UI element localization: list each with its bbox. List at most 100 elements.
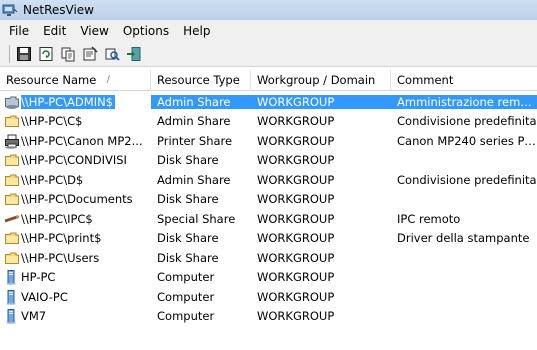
cell-resource-name[interactable]: \\HP-PC\Canon MP2... <box>0 133 151 149</box>
cell-workgroup: WORKGROUP <box>257 211 335 226</box>
table-row[interactable]: \\HP-PC\C$ Admin Share WORKGROUP Condivisio… <box>0 112 537 132</box>
menu-view[interactable]: View <box>73 22 115 40</box>
table-row[interactable]: \\HP-PC\CONDIVISI Disk Share WORKGROUP <box>0 151 537 171</box>
column-resource-name[interactable]: Resource Name / <box>0 70 151 91</box>
resource-name: VAIO-PC <box>21 289 68 304</box>
cell-resource-name[interactable]: \\HP-PC\Users <box>0 250 151 266</box>
cell-comment: Driver della stampante <box>397 231 530 246</box>
table-row[interactable]: \\HP-PC\Documents Disk Share WORKGROUP <box>0 190 537 210</box>
copy-button[interactable] <box>57 43 79 65</box>
table-row[interactable]: \\HP-PC\Canon MP2... Printer Share WORKGRO… <box>0 131 537 151</box>
exit-button[interactable] <box>123 43 145 65</box>
cell-resource-name[interactable]: \\HP-PC\print$ <box>0 230 151 246</box>
resource-name: HP-PC <box>21 270 56 285</box>
resource-name: \\HP-PC\Documents <box>21 192 133 207</box>
cell-resource-name[interactable]: \\HP-PC\Documents <box>0 191 151 207</box>
cell-resource-type: Disk Share <box>157 153 219 168</box>
refresh-button[interactable] <box>35 43 57 65</box>
cell-resource-type: Disk Share <box>157 250 219 265</box>
resource-name: \\HP-PC\print$ <box>21 231 102 246</box>
column-resource-type[interactable]: Resource Type <box>151 70 251 91</box>
resource-list[interactable]: Resource Name / Resource Type Workgroup … <box>0 70 537 350</box>
resource-name: \\HP-PC\ADMIN$ <box>21 94 116 109</box>
table-row[interactable]: HP-PC Computer WORKGROUP <box>0 268 537 288</box>
exit-icon <box>127 46 141 61</box>
column-comment[interactable]: Comment <box>391 70 537 91</box>
cell-resource-name[interactable]: \\HP-PC\CONDIVISI <box>0 152 151 168</box>
app-window: NetResView File Edit View Options Help R… <box>0 0 537 350</box>
cell-workgroup: WORKGROUP <box>257 289 335 304</box>
copy-icon <box>61 47 75 61</box>
resource-name: \\HP-PC\D$ <box>21 172 84 187</box>
cell-comment: Canon MP240 series Pri... <box>397 133 537 148</box>
resource-name: \\HP-PC\CONDIVISI <box>21 153 127 168</box>
folder-icon <box>4 152 20 168</box>
cell-comment: IPC remoto <box>397 211 461 226</box>
resource-name: \\HP-PC\Users <box>21 250 100 265</box>
cell-workgroup: WORKGROUP <box>257 114 335 129</box>
menu-edit[interactable]: Edit <box>36 22 73 40</box>
folder-icon <box>4 172 20 188</box>
cell-workgroup: WORKGROUP <box>257 250 335 265</box>
column-resource-name-label: Resource Name <box>6 73 97 87</box>
folder-icon <box>4 113 20 129</box>
title-bar[interactable]: NetResView <box>0 0 537 20</box>
cell-resource-name[interactable]: \\HP-PC\C$ <box>0 113 151 129</box>
menu-help[interactable]: Help <box>176 22 217 40</box>
cell-resource-type: Computer <box>157 309 215 324</box>
cell-comment: Condivisione predefinita <box>397 172 537 187</box>
cell-resource-type: Special Share <box>157 211 236 226</box>
cell-resource-type: Printer Share <box>157 133 233 148</box>
cell-resource-name[interactable]: VM7 <box>0 308 151 325</box>
cell-resource-type: Computer <box>157 289 215 304</box>
table-row[interactable]: VAIO-PC Computer WORKGROUP <box>0 287 537 307</box>
find-button[interactable] <box>101 43 123 65</box>
resource-name: \\HP-PC\Canon MP2... <box>21 133 143 148</box>
cell-comment: Amministrazione remota <box>391 94 537 109</box>
toolbar-separator <box>9 44 10 63</box>
cell-workgroup: WORKGROUP <box>257 153 335 168</box>
cell-resource-type: Admin Share <box>151 94 251 109</box>
folder-icon <box>4 250 20 266</box>
cell-resource-name[interactable]: \\HP-PC\D$ <box>0 172 151 188</box>
menu-file[interactable]: File <box>2 22 36 40</box>
resource-name: \\HP-PC\IPC$ <box>21 211 93 226</box>
window-title: NetResView <box>23 3 94 17</box>
table-row[interactable]: VM7 Computer WORKGROUP <box>0 307 537 327</box>
find-icon <box>105 48 120 61</box>
folder-icon <box>4 230 20 246</box>
properties-icon <box>83 45 98 60</box>
cell-workgroup: WORKGROUP <box>257 231 335 246</box>
cell-resource-name[interactable]: VAIO-PC <box>0 289 151 305</box>
menu-options[interactable]: Options <box>116 22 176 40</box>
refresh-icon <box>39 46 53 61</box>
table-row[interactable]: \\HP-PC\IPC$ Special Share WORKGROUP IPC re… <box>0 209 537 229</box>
cell-workgroup: WORKGROUP <box>257 270 335 285</box>
cell-resource-type: Disk Share <box>157 192 219 207</box>
table-row[interactable]: \\HP-PC\ADMIN$ Admin Share WORKGROUP Ammini… <box>0 92 537 112</box>
column-workgroup[interactable]: Workgroup / Domain <box>251 70 391 91</box>
cell-resource-type: Computer <box>157 270 215 285</box>
computer-icon <box>4 269 20 286</box>
list-rows: \\HP-PC\ADMIN$ Admin Share WORKGROUP Ammini… <box>0 91 537 326</box>
cell-resource-type: Admin Share <box>157 114 231 129</box>
table-row[interactable]: \\HP-PC\print$ Disk Share WORKGROUP Driver … <box>0 229 537 249</box>
table-row[interactable]: \\HP-PC\D$ Admin Share WORKGROUP Condivisio… <box>0 170 537 190</box>
resource-name: \\HP-PC\C$ <box>21 114 83 129</box>
save-button[interactable] <box>13 43 35 65</box>
cell-workgroup: WORKGROUP <box>257 133 335 148</box>
cell-resource-name[interactable]: \\HP-PC\ADMIN$ <box>0 94 151 110</box>
cell-resource-name[interactable]: HP-PC <box>0 269 151 286</box>
cell-workgroup: WORKGROUP <box>257 172 335 187</box>
cell-resource-type: Disk Share <box>157 231 219 246</box>
app-icon <box>2 2 18 18</box>
menu-bar: File Edit View Options Help <box>0 20 537 41</box>
list-header: Resource Name / Resource Type Workgroup … <box>0 70 537 91</box>
computer-icon <box>4 308 20 325</box>
resource-name: VM7 <box>21 309 47 324</box>
properties-button[interactable] <box>79 43 101 65</box>
table-row[interactable]: \\HP-PC\Users Disk Share WORKGROUP <box>0 248 537 268</box>
cell-resource-name[interactable]: \\HP-PC\IPC$ <box>0 211 151 227</box>
cell-workgroup: WORKGROUP <box>251 94 391 109</box>
pipe-icon <box>4 211 20 227</box>
